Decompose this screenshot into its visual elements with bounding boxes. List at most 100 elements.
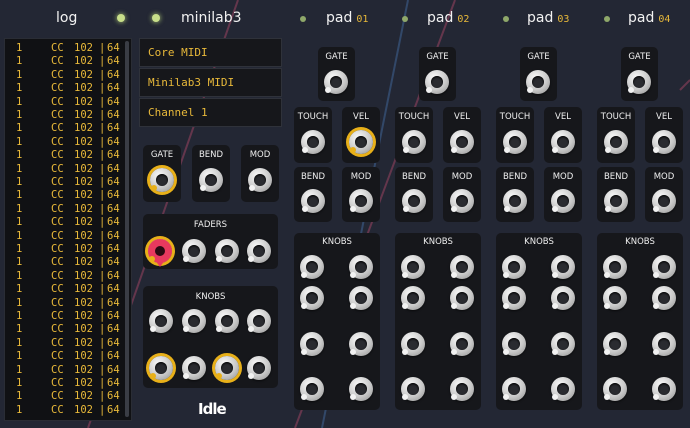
pad2-knob-3[interactable] bbox=[401, 286, 425, 310]
pad3-knob-5[interactable] bbox=[502, 332, 526, 356]
pad1-knob-7[interactable] bbox=[300, 377, 324, 401]
pad1-knob-4[interactable] bbox=[349, 286, 373, 310]
fader-knob-2[interactable] bbox=[182, 239, 206, 263]
minilab-knob-6[interactable] bbox=[182, 356, 206, 380]
log-separator: | bbox=[99, 350, 106, 363]
pad2-gate-knob[interactable] bbox=[425, 70, 449, 94]
pad3-gate-knob[interactable] bbox=[526, 70, 550, 94]
pad4-knob-5[interactable] bbox=[603, 332, 627, 356]
pad2-knob-5[interactable] bbox=[401, 332, 425, 356]
log-scrollbar[interactable] bbox=[125, 41, 129, 417]
log-ch: 1 bbox=[16, 296, 23, 309]
minilab-knob-3[interactable] bbox=[215, 309, 239, 333]
pad2-knob-6[interactable] bbox=[450, 332, 474, 356]
log-separator: | bbox=[99, 42, 106, 54]
knob-indicator bbox=[403, 206, 409, 212]
midi-driver-select[interactable]: Core MIDI bbox=[139, 38, 282, 67]
minilab-knob-7[interactable] bbox=[215, 356, 239, 380]
fader-knob-4[interactable] bbox=[247, 239, 271, 263]
log-ch: 1 bbox=[16, 82, 23, 95]
log-type: CC bbox=[51, 162, 64, 175]
minilab-bend-knob[interactable] bbox=[199, 168, 223, 192]
pad2-mod-knob[interactable] bbox=[450, 189, 474, 213]
log-separator: | bbox=[99, 82, 106, 95]
pad4-touch-knob[interactable] bbox=[604, 130, 628, 154]
pad3-touch-knob[interactable] bbox=[503, 130, 527, 154]
minilab-mod-knob[interactable] bbox=[248, 168, 272, 192]
knob-indicator bbox=[325, 87, 331, 93]
log-val: 64 bbox=[107, 336, 120, 349]
pad3-knob-3[interactable] bbox=[502, 286, 526, 310]
pad2-knob-2[interactable] bbox=[450, 255, 474, 279]
pad4-knobs-label: KNOBS bbox=[625, 237, 655, 247]
minilab-knob-2[interactable] bbox=[182, 309, 206, 333]
pad2-knob-7[interactable] bbox=[401, 377, 425, 401]
pad2-knob-1[interactable] bbox=[401, 255, 425, 279]
pad2-knob-4[interactable] bbox=[450, 286, 474, 310]
pad4-bend-knob[interactable] bbox=[604, 189, 628, 213]
pad1-knob-6[interactable] bbox=[349, 332, 373, 356]
midi-channel-select[interactable]: Channel 1 bbox=[139, 98, 282, 127]
log-row: 1 CC 102 | 64 bbox=[5, 350, 125, 363]
pad1-knob-1[interactable] bbox=[300, 255, 324, 279]
pad1-mod-label: MOD bbox=[350, 172, 372, 182]
log-type: CC bbox=[51, 95, 64, 108]
pad4-mod-knob[interactable] bbox=[652, 189, 676, 213]
pad-title-label: pad bbox=[527, 10, 554, 26]
pad1-mod-knob[interactable] bbox=[349, 189, 373, 213]
pad3-knob-4[interactable] bbox=[551, 286, 575, 310]
pad1-vel-knob[interactable] bbox=[349, 130, 373, 154]
pad1-knob-2[interactable] bbox=[349, 255, 373, 279]
fader-knob-3[interactable] bbox=[215, 239, 239, 263]
pad1-knob-8[interactable] bbox=[349, 377, 373, 401]
pad1-bend-knob[interactable] bbox=[301, 189, 325, 213]
pad3-vel-knob[interactable] bbox=[551, 130, 575, 154]
pad4-knob-6[interactable] bbox=[652, 332, 676, 356]
pad4-knob-4[interactable] bbox=[652, 286, 676, 310]
pad1-gate-knob[interactable] bbox=[324, 70, 348, 94]
log-row: 1 CC 102 | 64 bbox=[5, 283, 125, 296]
pad3-knob-8[interactable] bbox=[551, 377, 575, 401]
knob-indicator bbox=[628, 87, 634, 93]
log-separator: | bbox=[99, 269, 106, 282]
pad1-knob-3[interactable] bbox=[300, 286, 324, 310]
minilab-knob-1[interactable] bbox=[149, 309, 173, 333]
pad4-knob-2[interactable] bbox=[652, 255, 676, 279]
log-type: CC bbox=[51, 363, 64, 376]
patch-cable-plug-icon[interactable] bbox=[147, 238, 173, 268]
minilab-knob-8[interactable] bbox=[247, 356, 271, 380]
log-type: CC bbox=[51, 135, 64, 148]
log-led bbox=[117, 14, 125, 22]
pad4-knob-1[interactable] bbox=[603, 255, 627, 279]
pad3-knob-6[interactable] bbox=[551, 332, 575, 356]
pad1-knob-5[interactable] bbox=[300, 332, 324, 356]
pad3-knob-1[interactable] bbox=[502, 255, 526, 279]
minilab-knob-4[interactable] bbox=[247, 309, 271, 333]
log-type: CC bbox=[51, 216, 64, 229]
log-type: CC bbox=[51, 149, 64, 162]
pad4-knob-3[interactable] bbox=[603, 286, 627, 310]
minilab-gate-knob[interactable] bbox=[150, 168, 174, 192]
pad4-gate-knob[interactable] bbox=[627, 70, 651, 94]
pad1-touch-knob[interactable] bbox=[301, 130, 325, 154]
pad4-knob-7[interactable] bbox=[603, 377, 627, 401]
pad3-knob-2[interactable] bbox=[551, 255, 575, 279]
pad4-knob-8[interactable] bbox=[652, 377, 676, 401]
pad4-vel-knob[interactable] bbox=[652, 130, 676, 154]
log-type: CC bbox=[51, 256, 64, 269]
midi-log[interactable]: 1 CC 102 | 64 1 CC 102 | 64 1 CC 102 | 64 1 CC 102 | 64 1 CC 1… bbox=[4, 38, 132, 421]
pad2-knob-8[interactable] bbox=[450, 377, 474, 401]
pad3-bend-knob[interactable] bbox=[503, 189, 527, 213]
log-type: CC bbox=[51, 55, 64, 68]
pad2-touch-knob[interactable] bbox=[402, 130, 426, 154]
minilab-knob-5[interactable] bbox=[149, 356, 173, 380]
pad2-bend-knob[interactable] bbox=[402, 189, 426, 213]
pad2-bend-label: BEND bbox=[401, 172, 427, 182]
pad2-vel-label: VEL bbox=[454, 112, 470, 122]
pad3-knob-7[interactable] bbox=[502, 377, 526, 401]
log-val: 64 bbox=[107, 42, 120, 54]
midi-device-select[interactable]: Minilab3 MIDI bbox=[139, 68, 282, 97]
pad2-vel-knob[interactable] bbox=[450, 130, 474, 154]
pad3-mod-knob[interactable] bbox=[551, 189, 575, 213]
minilab-mod-label: MOD bbox=[249, 150, 271, 160]
